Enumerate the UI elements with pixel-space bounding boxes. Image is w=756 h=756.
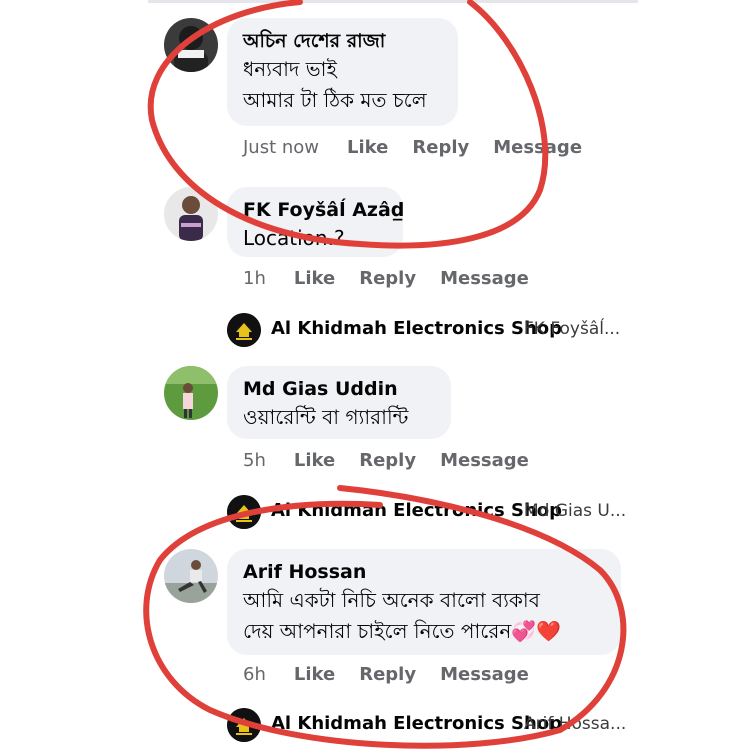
like-button[interactable]: Like — [347, 137, 388, 158]
comment-bubble: Arif Hossan আমি একটা নিচি অনেক বালো ব্যক… — [227, 549, 621, 655]
page-name[interactable]: Al Khidmah Electronics Shop — [271, 500, 562, 521]
comment-text: আমার টা ঠিক মত চলে — [243, 88, 427, 112]
comment-text: ধন্যবাদ ভাই — [243, 57, 337, 81]
comment-time[interactable]: 5h — [243, 450, 266, 471]
page-reply-row[interactable]: Al Khidmah Electronics Shop Arif Hossa..… — [227, 708, 627, 742]
message-button[interactable]: Message — [440, 268, 529, 289]
like-button[interactable]: Like — [294, 268, 335, 289]
comment-text: দেয় আপনারা চাইলে নিতে পারেন💞❤️ — [243, 619, 562, 643]
avatar[interactable] — [164, 366, 218, 420]
shop-logo-icon — [227, 495, 261, 529]
comment-author[interactable]: Md Gias Uddin — [243, 376, 435, 402]
comment-time[interactable]: Just now — [243, 137, 319, 158]
page-name[interactable]: Al Khidmah Electronics Shop — [271, 713, 562, 734]
reply-button[interactable]: Reply — [412, 137, 469, 158]
comment-author[interactable]: অচিন দেশের রাজা — [243, 28, 442, 54]
reply-snippet: Arif Hossa... — [524, 714, 627, 734]
message-button[interactable]: Message — [493, 137, 582, 158]
like-button[interactable]: Like — [294, 450, 335, 471]
shop-logo-icon — [227, 313, 261, 347]
comment-time[interactable]: 1h — [243, 268, 266, 289]
comment-bubble: FK Foyšâĺ Azâd̲ Location.? — [227, 187, 404, 257]
reply-button[interactable]: Reply — [359, 450, 416, 471]
comment-text: আমি একটা নিচি অনেক বালো ব্যকাব — [243, 588, 540, 612]
comment-text: ওয়ারেন্টি বা গ্যারান্টি — [243, 405, 409, 429]
avatar[interactable] — [164, 18, 218, 72]
avatar[interactable] — [164, 187, 218, 241]
comment-actions: Just now Like Reply Message — [243, 137, 606, 158]
page-reply-row[interactable]: Al Khidmah Electronics Shop FK Foyšâĺ... — [227, 313, 627, 347]
message-button[interactable]: Message — [440, 450, 529, 471]
comment-actions: 1h Like Reply Message — [243, 268, 553, 289]
comment-actions: 5h Like Reply Message — [243, 450, 553, 471]
avatar[interactable] — [164, 549, 218, 603]
reply-snippet: FK Foyšâĺ... — [524, 319, 621, 339]
reply-snippet: Md Gias U... — [524, 501, 627, 521]
comment-text: Location.? — [243, 226, 345, 250]
page-reply-row[interactable]: Al Khidmah Electronics Shop Md Gias U... — [227, 495, 627, 529]
page-name[interactable]: Al Khidmah Electronics Shop — [271, 318, 562, 339]
like-button[interactable]: Like — [294, 664, 335, 685]
shop-logo-icon — [227, 708, 261, 742]
comment-actions: 6h Like Reply Message — [243, 664, 553, 685]
message-button[interactable]: Message — [440, 664, 529, 685]
comment-author[interactable]: FK Foyšâĺ Azâd̲ — [243, 197, 404, 223]
comment-time[interactable]: 6h — [243, 664, 266, 685]
top-divider — [148, 0, 638, 3]
reply-button[interactable]: Reply — [359, 664, 416, 685]
comment-bubble: Md Gias Uddin ওয়ারেন্টি বা গ্যারান্টি — [227, 366, 451, 439]
comment-bubble: অচিন দেশের রাজা ধন্যবাদ ভাই আমার টা ঠিক … — [227, 18, 458, 126]
comment-author[interactable]: Arif Hossan — [243, 559, 605, 585]
reply-button[interactable]: Reply — [359, 268, 416, 289]
